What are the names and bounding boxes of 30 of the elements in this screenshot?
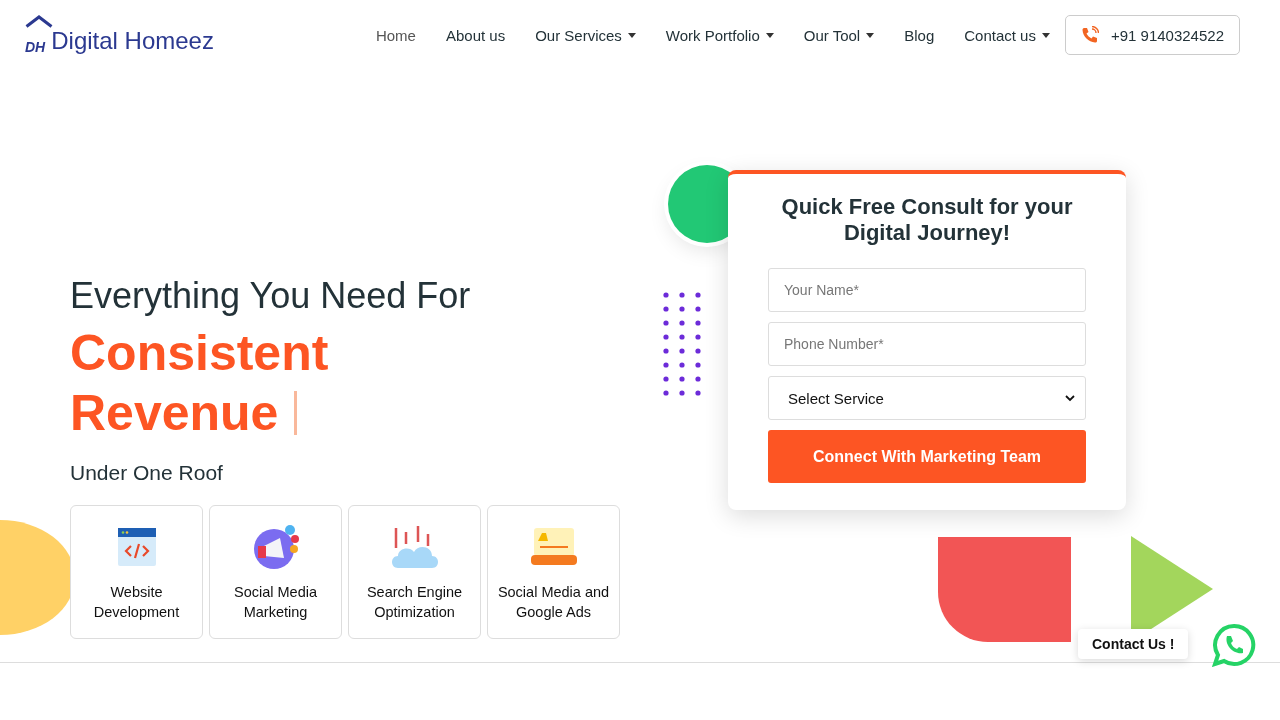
nav-link[interactable]: Our Tool bbox=[803, 26, 875, 44]
chat-bubble-icon[interactable] bbox=[1212, 623, 1256, 667]
chevron-icon bbox=[1065, 394, 1075, 402]
nav-link[interactable]: Our Services bbox=[535, 26, 636, 44]
service-card[interactable]: Social Media and Google Ads bbox=[487, 505, 620, 639]
name-input[interactable]: Your Name* bbox=[768, 268, 1086, 312]
logo-monogram: DH bbox=[25, 39, 46, 55]
hero-highlight: Revenue bbox=[70, 384, 279, 442]
megaphone-icon bbox=[251, 524, 300, 570]
phone-input[interactable]: Phone Number* bbox=[768, 322, 1086, 366]
service-card[interactable]: Search Engine Optimization bbox=[348, 505, 481, 639]
hero-subtitle: Under One Roof bbox=[70, 461, 224, 485]
hero-highlight: Consistent bbox=[70, 324, 329, 382]
nav-link[interactable]: About us bbox=[445, 26, 506, 44]
nav-link[interactable]: Contact us bbox=[964, 26, 1050, 44]
service-select[interactable]: Select Service bbox=[768, 376, 1086, 420]
typing-cursor bbox=[294, 391, 298, 435]
nav-link[interactable]: Home bbox=[375, 26, 416, 44]
logo-house-icon bbox=[25, 15, 53, 28]
form-title: Quick Free Consult for your Digital Journey! bbox=[780, 194, 1074, 246]
phone-button[interactable]: +91 9140324522 bbox=[1064, 15, 1240, 55]
service-card[interactable]: Social Media Marketing bbox=[209, 505, 342, 639]
logo-wordmark[interactable]: Digital Homeez bbox=[51, 27, 214, 55]
seo-cloud-icon bbox=[389, 524, 440, 570]
service-card[interactable]: Website Development bbox=[70, 505, 203, 639]
phone-icon bbox=[1080, 26, 1099, 44]
hero-intro: Everything You Need For bbox=[70, 275, 472, 317]
nav-link[interactable]: Blog bbox=[904, 26, 935, 44]
nav-link[interactable]: Work Portfolio bbox=[665, 26, 774, 44]
contact-us-label[interactable]: Contact Us ! bbox=[1078, 629, 1189, 659]
